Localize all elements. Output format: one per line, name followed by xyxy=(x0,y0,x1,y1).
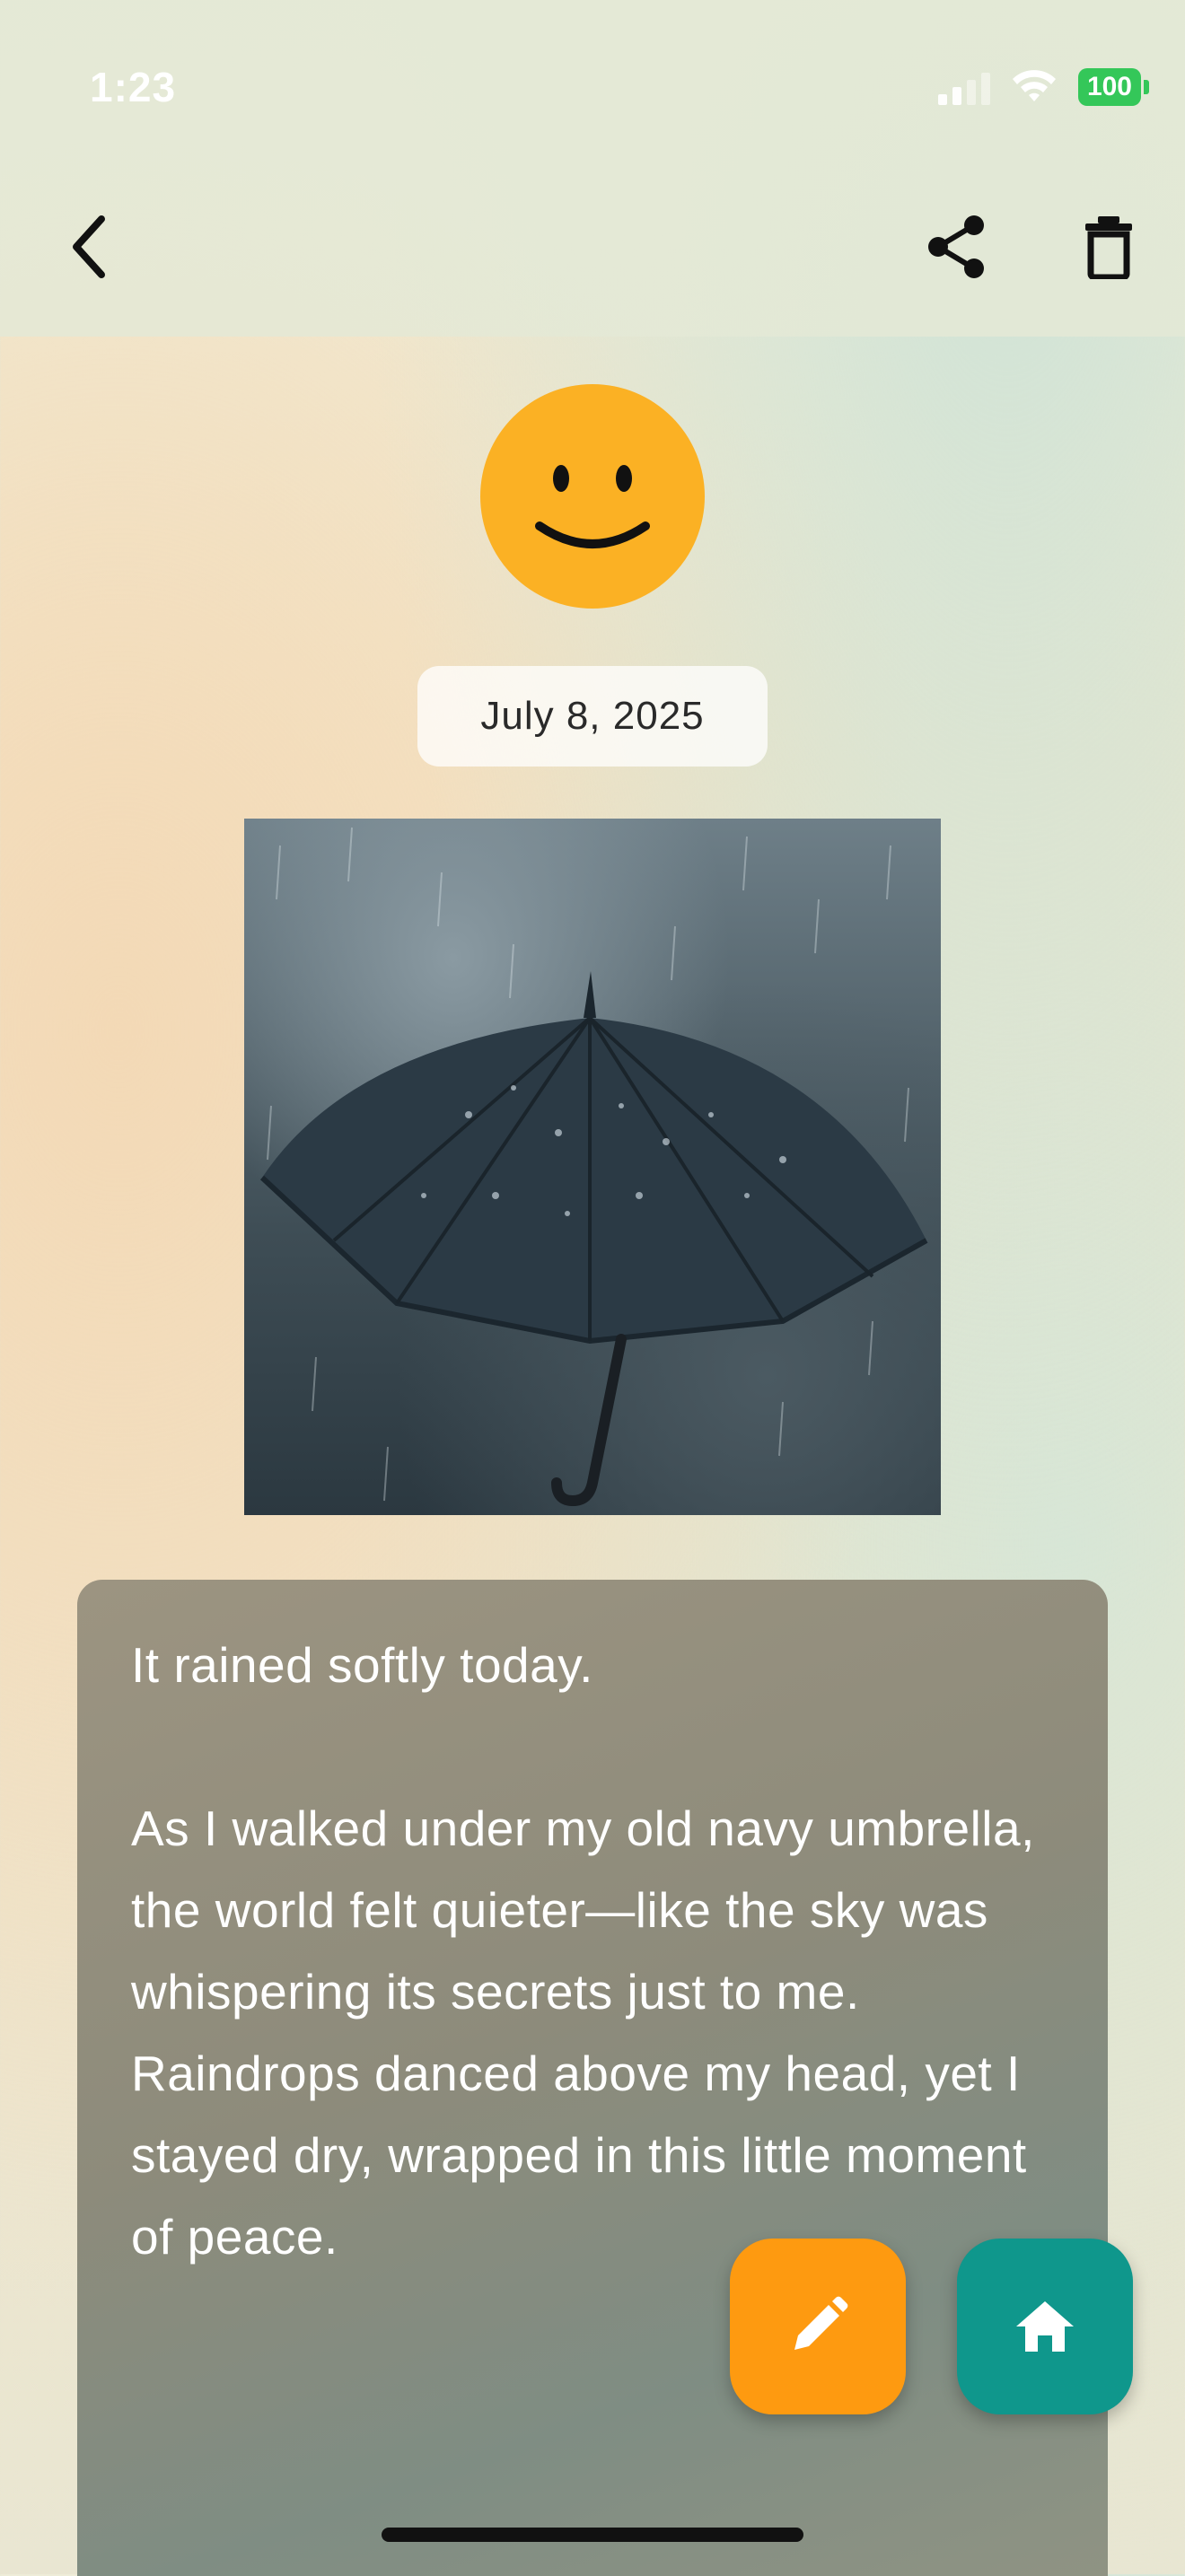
trash-icon xyxy=(1085,216,1132,279)
entry-date: July 8, 2025 xyxy=(417,666,768,767)
home-icon xyxy=(1016,2301,1074,2352)
entry-text: It rained softly today. As I walked unde… xyxy=(131,1637,1035,2265)
delete-button[interactable] xyxy=(1068,206,1149,287)
share-icon xyxy=(928,215,984,278)
entry-text-card: It rained softly today. As I walked unde… xyxy=(77,1580,1108,2576)
home-indicator xyxy=(382,2528,803,2542)
cellular-signal-icon xyxy=(937,69,990,105)
umbrella-image xyxy=(259,827,928,1507)
top-bar xyxy=(0,0,1185,337)
battery-level: 100 xyxy=(1077,68,1141,106)
entry-photo[interactable] xyxy=(244,819,941,1515)
battery-icon: 100 xyxy=(1077,68,1149,106)
status-time: 1:23 xyxy=(90,64,177,110)
chevron-left-icon xyxy=(73,215,105,278)
home-button[interactable] xyxy=(957,2239,1133,2414)
status-icons: 100 xyxy=(937,63,1149,111)
wifi-icon xyxy=(1012,70,1056,101)
smiley-face-icon xyxy=(535,465,650,548)
share-button[interactable] xyxy=(916,206,996,287)
mood-indicator xyxy=(480,384,705,609)
pencil-icon xyxy=(794,2296,848,2350)
edit-button[interactable] xyxy=(730,2239,906,2414)
back-button[interactable] xyxy=(54,206,126,287)
